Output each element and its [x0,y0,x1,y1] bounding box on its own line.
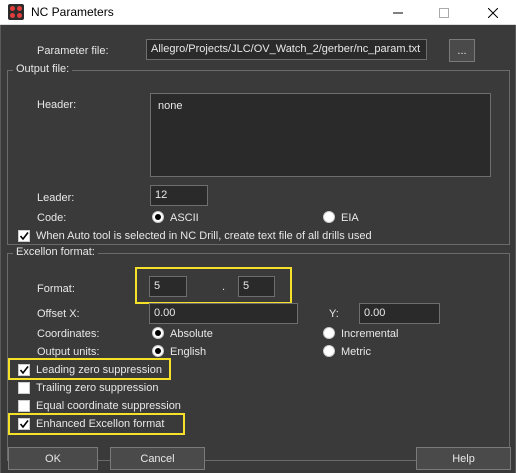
code-ascii-radio[interactable] [152,211,164,223]
leading-zero-label: Leading zero suppression [36,364,162,376]
units-metric-radio[interactable] [323,345,335,357]
output-file-group-title: Output file: [13,63,73,75]
help-button[interactable]: Help [416,447,511,470]
header-value: none [158,100,183,112]
offset-x-field[interactable]: 0.00 [149,303,298,324]
allegro-app-icon [8,4,24,20]
check-icon [19,232,29,241]
enhanced-excellon-checkbox[interactable] [18,418,30,430]
leading-zero-checkbox[interactable] [18,364,30,376]
enhanced-excellon-label: Enhanced Excellon format [36,418,165,430]
leader-field[interactable]: 12 [150,185,208,206]
browse-button[interactable]: ... [449,39,475,62]
code-eia-radio[interactable] [323,211,335,223]
check-icon [19,420,29,429]
maximize-icon [439,7,449,18]
offset-x-label: Offset X: [37,308,80,320]
header-label: Header: [37,99,77,111]
coordinates-absolute-label: Absolute [170,328,213,340]
offset-y-field[interactable]: 0.00 [359,303,440,324]
units-metric-label: Metric [341,346,371,358]
parameter-file-label: Parameter file: [37,45,109,57]
window-title: NC Parameters [31,5,114,19]
coordinates-incremental-radio[interactable] [323,327,335,339]
offset-y-label: Y: [329,308,339,320]
close-icon [488,7,498,18]
title-bar: NC Parameters [0,0,516,25]
auto-tool-checkbox[interactable] [18,230,30,242]
format-decimal-field[interactable]: 5 [238,276,275,297]
maximize-button[interactable] [421,0,467,25]
trailing-zero-label: Trailing zero suppression [36,382,159,394]
format-integer-field[interactable]: 5 [149,276,187,297]
equal-coord-label: Equal coordinate suppression [36,400,181,412]
code-eia-label: EIA [341,212,359,224]
parameter-file-field[interactable]: Allegro/Projects/JLC/OV_Watch_2/gerber/n… [146,39,427,60]
coordinates-incremental-label: Incremental [341,328,399,340]
cancel-button[interactable]: Cancel [110,447,205,470]
code-label: Code: [37,212,67,224]
close-button[interactable] [470,0,516,25]
format-label: Format: [37,283,75,295]
minimize-icon [393,12,403,13]
ok-button[interactable]: OK [8,447,98,470]
check-icon [19,366,29,375]
leader-label: Leader: [37,192,75,204]
coordinates-label: Coordinates: [37,328,100,340]
equal-coord-checkbox[interactable] [18,400,30,412]
output-units-label: Output units: [37,346,100,358]
format-separator: . [222,281,226,293]
dialog-body: Parameter file: Allegro/Projects/JLC/OV_… [0,25,516,473]
excellon-format-group-title: Excellon format: [13,246,98,258]
trailing-zero-checkbox[interactable] [18,382,30,394]
units-english-radio[interactable] [152,345,164,357]
header-textarea[interactable]: none [150,93,491,177]
code-ascii-label: ASCII [170,212,199,224]
units-english-label: English [170,346,207,358]
auto-tool-label: When Auto tool is selected in NC Drill, … [36,230,372,242]
minimize-button[interactable] [375,0,421,25]
coordinates-absolute-radio[interactable] [152,327,164,339]
